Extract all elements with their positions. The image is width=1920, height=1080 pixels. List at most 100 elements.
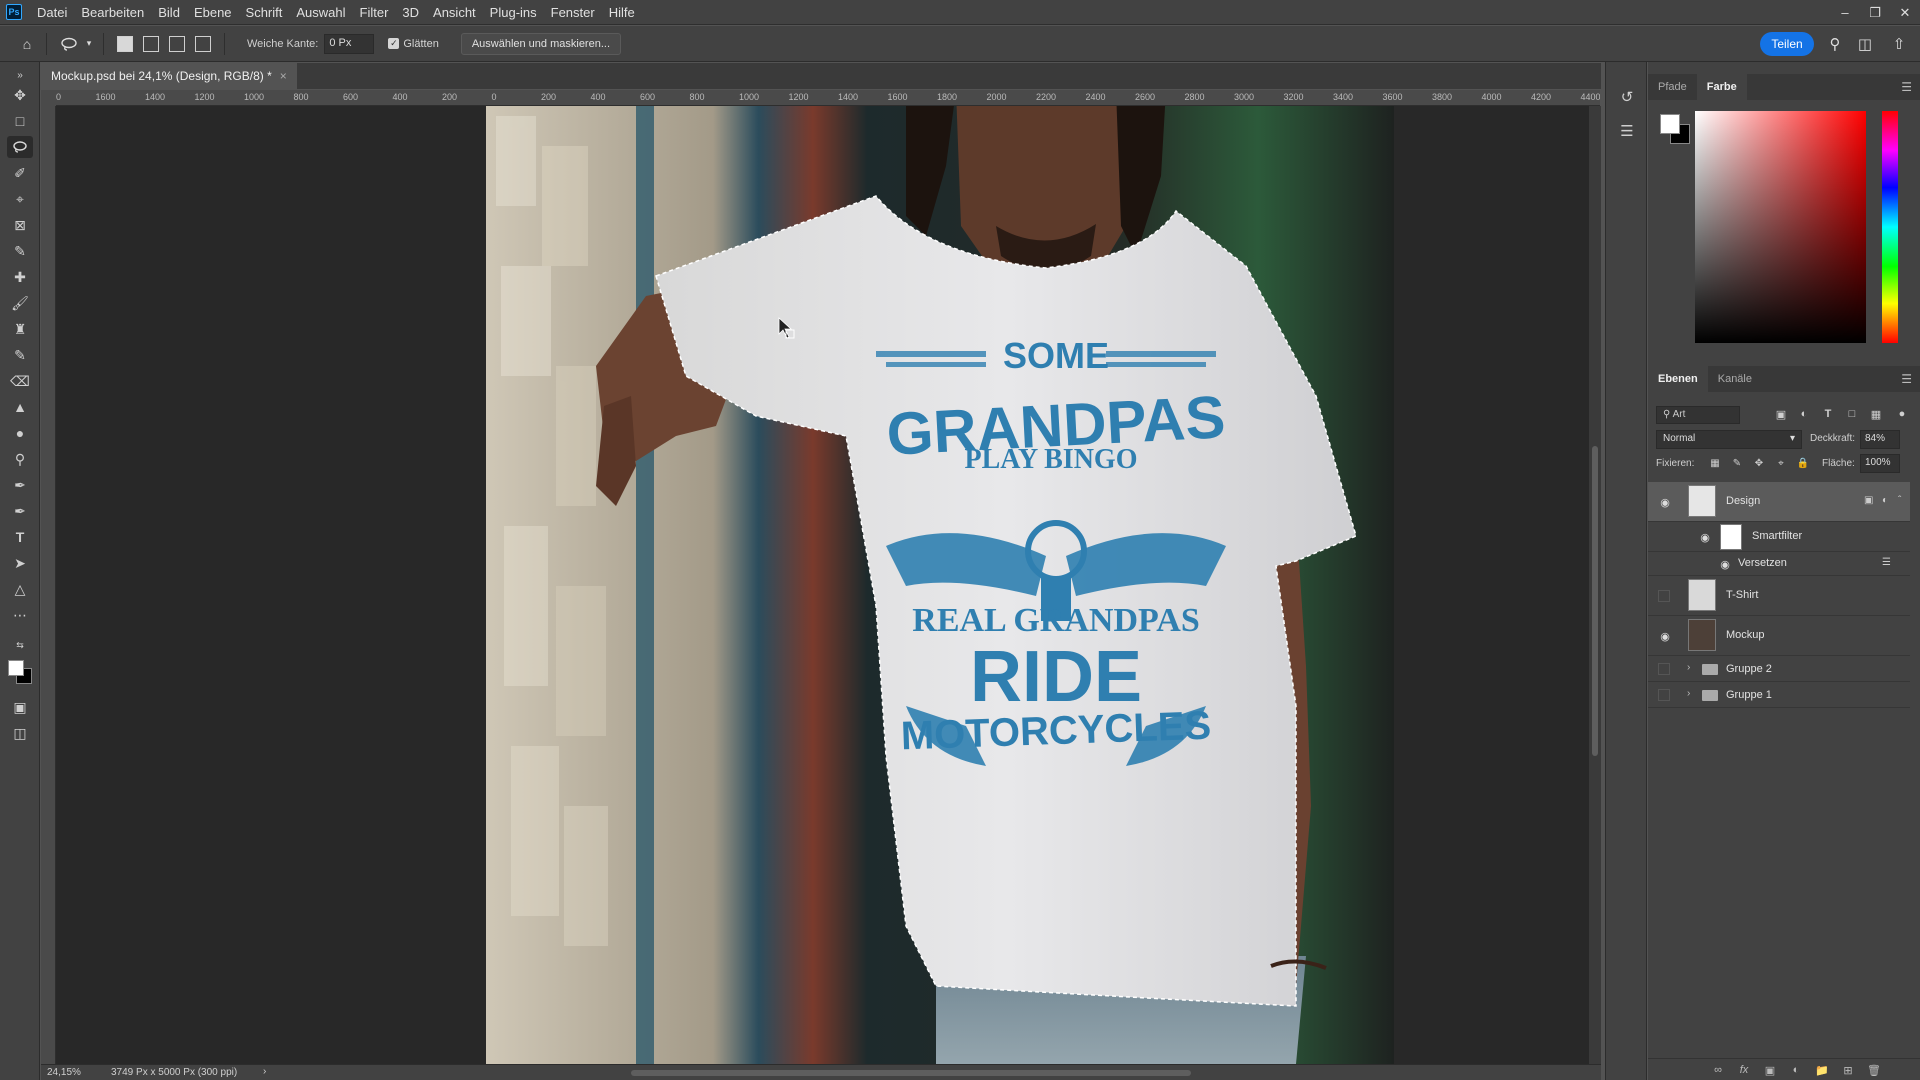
menu-filter[interactable]: Filter xyxy=(353,0,396,25)
add-selection-icon[interactable] xyxy=(143,35,159,52)
layer-row-mockup[interactable]: ◉ Mockup xyxy=(1648,616,1910,656)
menu-3d[interactable]: 3D xyxy=(395,0,426,25)
layer-row-versetzen[interactable]: ◉ Versetzen ☰ xyxy=(1648,552,1910,576)
canvas-area[interactable]: SOME GRANDPAS PLAY BINGO REAL GRANDPAS R… xyxy=(56,106,1589,1064)
blend-mode-select[interactable]: Normal ▾ xyxy=(1656,430,1802,449)
lock-position-icon[interactable]: ✥ xyxy=(1752,456,1766,470)
brush-tool-icon[interactable]: 🖌 xyxy=(7,292,33,314)
tab-farbe[interactable]: Farbe xyxy=(1696,74,1747,100)
feather-input[interactable]: 0 Px xyxy=(324,33,375,54)
document-canvas[interactable]: SOME GRANDPAS PLAY BINGO REAL GRANDPAS R… xyxy=(56,106,1589,1064)
blur-tool-icon[interactable]: ● xyxy=(7,422,33,444)
add-mask-icon[interactable]: ▣ xyxy=(1762,1063,1778,1077)
menu-ansicht[interactable]: Ansicht xyxy=(426,0,483,25)
export-icon[interactable]: ⇧ xyxy=(1888,33,1910,55)
layer-filter-select[interactable]: ⚲ Art xyxy=(1656,406,1740,424)
menu-auswahl[interactable]: Auswahl xyxy=(289,0,352,25)
curvature-pen-tool-icon[interactable]: ✒ xyxy=(7,500,33,522)
stamp-tool-icon[interactable]: ♜ xyxy=(7,318,33,340)
history-icon[interactable]: ↺ xyxy=(1616,86,1638,108)
layer-name[interactable]: Mockup xyxy=(1726,629,1765,641)
chevron-right-icon[interactable]: › xyxy=(1687,688,1690,699)
quick-mask-icon[interactable]: ▣ xyxy=(7,696,33,718)
zoom-level[interactable]: 24,15% xyxy=(47,1067,81,1078)
marquee-tool-icon[interactable]: □ xyxy=(7,110,33,132)
horizontal-scroll-thumb[interactable] xyxy=(631,1070,1191,1076)
menu-bild[interactable]: Bild xyxy=(151,0,187,25)
subtract-selection-icon[interactable] xyxy=(169,35,185,52)
panel-menu-icon[interactable]: ☰ xyxy=(1901,80,1912,94)
menu-fenster[interactable]: Fenster xyxy=(544,0,602,25)
link-layers-icon[interactable]: ∞ xyxy=(1710,1063,1726,1077)
minimize-icon[interactable]: – xyxy=(1830,0,1860,25)
history-brush-tool-icon[interactable]: ✎ xyxy=(7,344,33,366)
eye-icon[interactable]: ◉ xyxy=(1658,629,1672,643)
new-selection-icon[interactable] xyxy=(117,35,133,52)
layer-name[interactable]: T-Shirt xyxy=(1726,589,1758,601)
filter-pixel-icon[interactable]: ▣ xyxy=(1773,406,1789,422)
intersect-selection-icon[interactable] xyxy=(195,35,211,52)
menu-hilfe[interactable]: Hilfe xyxy=(602,0,642,25)
foreground-swatch[interactable] xyxy=(1660,114,1680,134)
more-tools-icon[interactable]: ⋯ xyxy=(7,604,33,626)
tab-pfade[interactable]: Pfade xyxy=(1648,74,1697,100)
frame-tool-icon[interactable]: ⊠ xyxy=(7,214,33,236)
lasso-tool-icon[interactable] xyxy=(7,136,33,158)
search-icon[interactable]: ⚲ xyxy=(1824,33,1846,55)
layer-name[interactable]: Design xyxy=(1726,495,1760,507)
lasso-preset-icon[interactable] xyxy=(55,33,83,55)
expand-toolbar-icon[interactable]: » xyxy=(7,64,33,86)
menu-datei[interactable]: Datei xyxy=(30,0,74,25)
vertical-scroll-thumb[interactable] xyxy=(1592,446,1598,756)
trash-icon[interactable]: 🗑 xyxy=(1866,1063,1882,1077)
menu-ebene[interactable]: Ebene xyxy=(187,0,239,25)
healing-tool-icon[interactable]: ✚ xyxy=(7,266,33,288)
collapse-icon[interactable]: ˆ xyxy=(1898,495,1901,506)
type-tool-icon[interactable]: T xyxy=(7,526,33,548)
select-and-mask-button[interactable]: Auswählen und maskieren... xyxy=(460,32,621,55)
layers-stack-icon[interactable]: ☰ xyxy=(1616,120,1638,142)
opacity-input[interactable]: 84% xyxy=(1860,430,1900,449)
chevron-down-icon[interactable]: ▾ xyxy=(83,33,95,55)
tab-ebenen[interactable]: Ebenen xyxy=(1648,366,1708,392)
layer-row-gruppe-1[interactable]: › Gruppe 1 xyxy=(1648,682,1910,708)
path-selection-tool-icon[interactable]: ➤ xyxy=(7,552,33,574)
close-tab-icon[interactable]: × xyxy=(280,69,287,83)
pen-tool-icon[interactable]: ✒ xyxy=(7,474,33,496)
eye-icon[interactable]: ◉ xyxy=(1698,530,1712,544)
fill-input[interactable]: 100% xyxy=(1860,454,1900,473)
layer-row-design[interactable]: ◉ Design ▣ ◐ ˆ xyxy=(1648,482,1910,522)
lock-transparent-icon[interactable]: ▦ xyxy=(1708,456,1722,470)
workspace-icon[interactable]: ◫ xyxy=(1854,33,1876,55)
layer-row-gruppe-2[interactable]: › Gruppe 2 xyxy=(1648,656,1910,682)
eyedropper-tool-icon[interactable]: ✎ xyxy=(7,240,33,262)
quick-select-tool-icon[interactable]: ✐ xyxy=(7,162,33,184)
hidden-eye-icon[interactable] xyxy=(1658,590,1670,602)
filter-toggle-icon[interactable]: ● xyxy=(1894,406,1910,422)
crop-tool-icon[interactable]: ⌖ xyxy=(7,188,33,210)
swap-colors-icon[interactable]: ⇆ xyxy=(7,634,33,656)
restore-icon[interactable]: ❐ xyxy=(1860,0,1890,25)
layer-name[interactable]: Gruppe 2 xyxy=(1726,663,1772,675)
foreground-color-swatch[interactable] xyxy=(8,660,24,676)
panel-menu-icon[interactable]: ☰ xyxy=(1901,372,1912,386)
chevron-right-icon[interactable]: › xyxy=(263,1066,266,1077)
color-picker-field[interactable] xyxy=(1695,111,1866,343)
lock-all-icon[interactable]: 🔒 xyxy=(1796,456,1810,470)
chevron-right-icon[interactable]: › xyxy=(1687,662,1690,673)
fx-icon[interactable]: fx xyxy=(1736,1063,1752,1077)
smooth-checkbox[interactable]: ✓ xyxy=(388,38,400,49)
lock-image-icon[interactable]: ✎ xyxy=(1730,456,1744,470)
hue-slider[interactable] xyxy=(1882,111,1898,343)
menu-schrift[interactable]: Schrift xyxy=(239,0,290,25)
tab-kanaele[interactable]: Kanäle xyxy=(1708,366,1762,392)
eye-icon[interactable]: ◉ xyxy=(1658,495,1672,509)
layer-row-smartfilter[interactable]: ◉ Smartfilter xyxy=(1648,522,1910,552)
filter-mask-thumbnail[interactable] xyxy=(1720,524,1742,550)
filter-type-icon[interactable]: T xyxy=(1820,406,1836,422)
hidden-eye-icon[interactable] xyxy=(1658,663,1670,675)
filter-smart-object-icon[interactable]: ▦ xyxy=(1868,406,1884,422)
vertical-scrollbar[interactable] xyxy=(1589,106,1601,1064)
move-tool-icon[interactable]: ✥ xyxy=(7,84,33,106)
home-icon[interactable]: ⌂ xyxy=(16,33,38,55)
